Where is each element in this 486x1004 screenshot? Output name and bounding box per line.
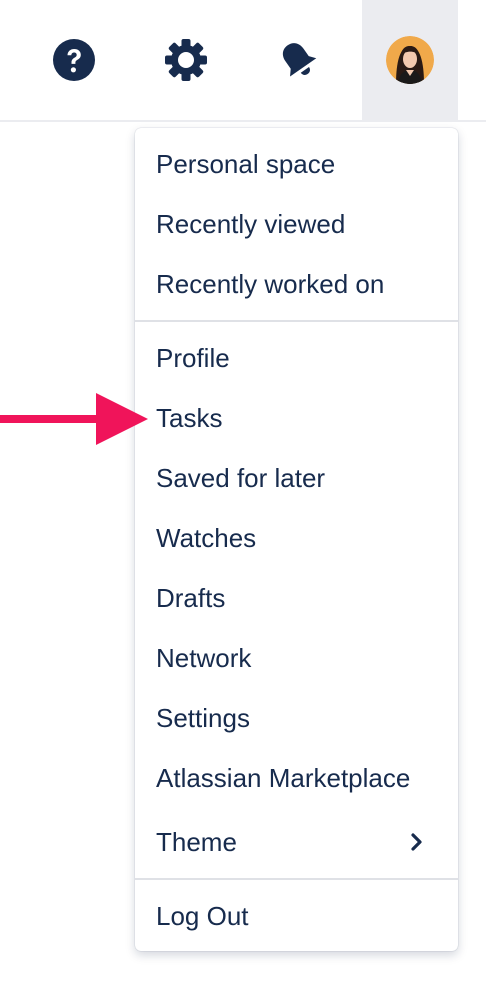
menu-item-settings[interactable]: Settings: [135, 688, 458, 748]
menu-item-theme-label: Theme: [156, 826, 237, 857]
menu-item-atlassian-marketplace[interactable]: Atlassian Marketplace: [135, 748, 458, 808]
menu-item-theme[interactable]: Theme: [135, 812, 458, 872]
question-circle-icon: [53, 39, 95, 81]
menu-item-recently-worked-on[interactable]: Recently worked on: [135, 254, 458, 314]
menu-item-watches[interactable]: Watches: [135, 508, 458, 568]
menu-item-drafts[interactable]: Drafts: [135, 568, 458, 628]
notifications-button[interactable]: [274, 36, 322, 84]
annotation-arrow: [0, 393, 148, 445]
chevron-right-icon: [411, 833, 422, 851]
menu-divider: [135, 878, 458, 880]
settings-button[interactable]: [162, 36, 210, 84]
menu-item-profile[interactable]: Profile: [135, 328, 458, 388]
profile-button[interactable]: [362, 0, 458, 120]
menu-item-log-out[interactable]: Log Out: [135, 886, 458, 946]
menu-item-personal-space[interactable]: Personal space: [135, 134, 458, 194]
megaphone-icon: [282, 43, 317, 77]
menu-item-network[interactable]: Network: [135, 628, 458, 688]
top-navigation-bar: [0, 0, 486, 122]
user-avatar: [386, 36, 434, 84]
help-button[interactable]: [50, 36, 98, 84]
profile-dropdown-menu: Personal space Recently viewed Recently …: [135, 128, 458, 951]
menu-item-tasks[interactable]: Tasks: [135, 388, 458, 448]
menu-item-recently-viewed[interactable]: Recently viewed: [135, 194, 458, 254]
menu-item-saved-for-later[interactable]: Saved for later: [135, 448, 458, 508]
menu-divider: [135, 320, 458, 322]
gear-icon: [165, 39, 207, 81]
